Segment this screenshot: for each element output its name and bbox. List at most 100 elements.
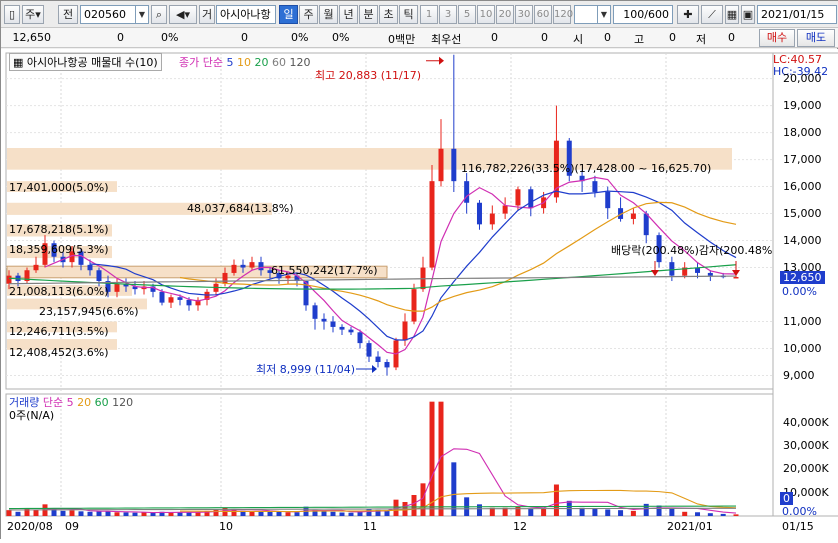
speaker-icon[interactable]: ◀▾ (169, 5, 197, 24)
menu-icon[interactable]: ▯ (4, 5, 20, 24)
volume-ma-item: 20 (73, 396, 92, 409)
volume-profile-label: 12,246,711(3.5%) (9, 325, 109, 338)
code-dropdown[interactable]: ▼ (135, 5, 149, 24)
candle-body (476, 202, 482, 225)
volume-bar (476, 504, 482, 516)
buy-button[interactable]: 매수 (759, 29, 795, 47)
period-tab-2[interactable]: 월 (319, 5, 338, 24)
prev-button[interactable]: 전 (58, 5, 78, 24)
interval-tab-120[interactable]: 120 (553, 5, 573, 24)
candle-body (630, 213, 636, 219)
period-tabs: 일주월년분초틱 (279, 5, 419, 24)
volume-bar (114, 512, 120, 516)
period-tab-3[interactable]: 년 (339, 5, 358, 24)
draw-line-icon[interactable]: ⟋ (701, 5, 723, 24)
interval-tab-60[interactable]: 60 (534, 5, 552, 24)
candle-body (528, 189, 534, 209)
candle-body (357, 332, 363, 344)
interval-tab-30[interactable]: 30 (515, 5, 533, 24)
code-input[interactable]: 020560 (80, 5, 136, 24)
volume-bar (429, 401, 435, 516)
date-input[interactable]: 2021/01/15 (757, 5, 837, 24)
candle-body (707, 272, 713, 276)
calendar-icon[interactable]: ▦ (725, 5, 739, 24)
date-tick: 01/15 (782, 520, 814, 533)
volume-bar (669, 509, 675, 516)
sell-button[interactable]: 매도 (797, 29, 835, 47)
interval-tab-1[interactable]: 1 (420, 5, 438, 24)
date-tick: 10 (219, 520, 233, 533)
magnifier-icon[interactable]: ⌕ (151, 5, 167, 24)
candle-body (6, 275, 12, 284)
volume-bar (321, 511, 327, 516)
candle-body (733, 276, 739, 279)
count-input[interactable]: 100/600 (613, 5, 673, 24)
priority-label: 최우선 (431, 33, 462, 46)
type-button[interactable]: 거 (199, 5, 215, 24)
volume-bar (294, 512, 300, 516)
candle-body (240, 264, 246, 268)
change-value-1: 0 (117, 31, 124, 44)
volume-profile-label: 17,401,000(5.0%) (9, 181, 109, 194)
volume-bar (69, 510, 75, 516)
save-icon[interactable]: ▣ (741, 5, 755, 24)
period-tab-1[interactable]: 주 (299, 5, 318, 24)
period-tab-0[interactable]: 일 (279, 5, 298, 24)
event-annotation: 배당락(200.48%)감자(200.48% (611, 244, 773, 257)
interval-dropdown[interactable]: ▼ (597, 5, 611, 24)
last-price-pct: 0.00% (782, 285, 817, 298)
ma-legend-item: 60 (268, 56, 286, 69)
volume-bar (60, 510, 66, 516)
candle-body (669, 262, 675, 276)
volume-bar (553, 484, 559, 516)
interval-tab-20[interactable]: 20 (496, 5, 514, 24)
volume-profile-label: 18,359,609(5.3%) (9, 243, 109, 256)
period-tab-5[interactable]: 초 (379, 5, 398, 24)
volume-bar (682, 511, 688, 516)
ma-legend-list: 5 10 20 60 120 (226, 56, 310, 69)
open-value: 0 (604, 31, 611, 44)
price-volume-chart[interactable] (1, 49, 838, 540)
change-pct-3: 0% (332, 31, 350, 44)
volume-bar (515, 506, 521, 516)
candle-body (366, 343, 372, 357)
change-value-2: 0 (241, 31, 248, 44)
market-label: 주 (25, 8, 36, 21)
period-tab-6[interactable]: 틱 (399, 5, 418, 24)
candle-body (429, 181, 435, 268)
price-pane-frame (5, 52, 774, 390)
high-value: 0 (669, 31, 676, 44)
date-tick: 12 (513, 520, 527, 533)
interval-tab-5[interactable]: 5 (458, 5, 476, 24)
ma-legend: 종가 단순 5 10 20 60 120 (179, 54, 310, 70)
change-pct-1: 0% (161, 31, 179, 44)
volume-bar (707, 513, 713, 516)
date-tick: 2021/01 (667, 520, 713, 533)
candle-body (384, 362, 390, 368)
volume-bar (528, 508, 534, 516)
interval-tab-3[interactable]: 3 (439, 5, 457, 24)
interval-tab-10[interactable]: 10 (477, 5, 495, 24)
volume-pane-frame (5, 393, 774, 517)
crosshair-icon[interactable]: ✚ (677, 5, 699, 24)
volume-profile-label: 116,782,226(33.5%)(17,428.00 ~ 16,625.70… (461, 162, 712, 175)
candle-body (321, 318, 327, 322)
volume-bar (177, 512, 183, 516)
grid-icon: ▦ (13, 56, 27, 69)
pane-title: 아시아나항공 매물대 수(10) (26, 56, 158, 69)
high-label: 고 (634, 33, 645, 46)
price-tick: 16,000 (783, 179, 822, 193)
ma-legend-item: 20 (250, 56, 269, 69)
volume-bar (186, 512, 192, 516)
ma-legend-label: 종가 단순 (179, 56, 223, 69)
pane-title-box[interactable]: ▦ 아시아나항공 매물대 수(10) (9, 53, 162, 71)
price-tick: 20,000 (783, 71, 822, 85)
high-annotation: 최고 20,883 (11/17) (315, 69, 422, 82)
market-select[interactable]: 주▾ (22, 5, 44, 24)
volume-tick: 20,000K (783, 462, 829, 476)
candle-body (231, 264, 237, 273)
volume-bar (618, 510, 624, 516)
period-tab-4[interactable]: 분 (359, 5, 378, 24)
volume-bar (720, 513, 726, 516)
date-tick: 11 (363, 520, 377, 533)
